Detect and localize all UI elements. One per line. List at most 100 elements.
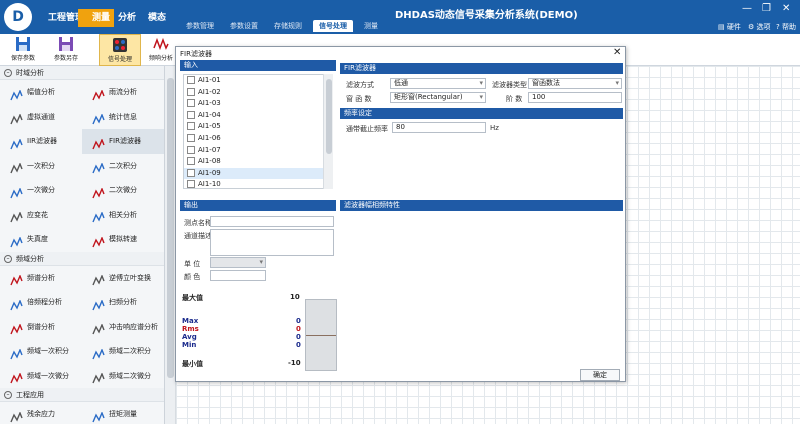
subnav-storage-rules[interactable]: 存储规则: [268, 20, 308, 32]
sidebar-item-double-integral[interactable]: 二次积分: [82, 154, 164, 179]
shock-response-icon: [92, 321, 105, 335]
nav-modal[interactable]: 模态: [134, 9, 170, 27]
close-icon[interactable]: ✕: [782, 3, 790, 14]
sidebar-item-label: IIR滤波器: [27, 137, 57, 145]
channel-checkbox[interactable]: [187, 87, 195, 96]
sidebar-item-double-derivative[interactable]: 二次微分: [82, 178, 164, 203]
unit-select[interactable]: [210, 257, 266, 268]
channel-list-item[interactable]: AI1-05: [184, 121, 332, 133]
sidebar-item-shock-response[interactable]: 冲击响应谱分析: [82, 315, 164, 340]
channel-list-scrollbar[interactable]: [323, 74, 333, 189]
order-input[interactable]: 100: [528, 92, 622, 103]
sidebar-item-strain-rosette[interactable]: 应变花: [0, 203, 82, 228]
sidebar-item-cepstrum[interactable]: 倒谱分析: [0, 315, 82, 340]
channel-checkbox[interactable]: [187, 133, 195, 142]
channel-list-item[interactable]: AI1-08: [184, 156, 332, 168]
channel-checkbox[interactable]: [187, 168, 195, 177]
subnav-param-manage[interactable]: 参数管理: [180, 20, 220, 32]
help-menu[interactable]: ? 帮助: [776, 22, 796, 32]
signal-process-button[interactable]: 信号处理: [99, 34, 141, 66]
filter-mode-select[interactable]: 低通: [390, 78, 486, 89]
sidebar-item-residual-stress[interactable]: 残余应力: [0, 402, 82, 424]
strain-rosette-icon: [10, 209, 23, 223]
sidebar-tool-grid: 频谱分析 逆傅立叶变换 倍频程分析 扫频分析 倒谱分析 冲击响应谱分析 频域一次积分 频域二次…: [0, 266, 164, 389]
sidebar-item-rainflow[interactable]: 雨流分析: [82, 80, 164, 105]
sidebar-item-fir-filter[interactable]: FIR滤波器: [82, 129, 164, 154]
sidebar-item-freq-derivative[interactable]: 频域一次微分: [0, 364, 82, 389]
channel-checkbox[interactable]: [187, 180, 195, 188]
channel-checkbox[interactable]: [187, 145, 195, 154]
sidebar-item-integral[interactable]: 一次积分: [0, 154, 82, 179]
sidebar-item-derivative[interactable]: 一次微分: [0, 178, 82, 203]
color-label: 颜 色: [184, 273, 201, 281]
residual-stress-icon: [10, 409, 23, 422]
channel-list-item[interactable]: AI1-09: [184, 167, 332, 180]
save-params-button[interactable]: 保存参数: [6, 34, 40, 66]
derivative-icon: [10, 185, 23, 198]
channel-list-item[interactable]: AI1-02: [184, 87, 332, 99]
sidebar-item-distortion[interactable]: 失真度: [0, 227, 82, 252]
sidebar-item-correlation[interactable]: 相关分析: [82, 203, 164, 228]
sidebar-scroll-thumb[interactable]: [167, 78, 174, 378]
sidebar-item-tachometer[interactable]: 模拟转速: [82, 227, 164, 252]
cutoff-input[interactable]: 80: [392, 122, 486, 133]
sidebar-item-inverse-fft[interactable]: 逆傅立叶变换: [82, 266, 164, 291]
channel-checkbox[interactable]: [187, 99, 195, 108]
sidebar-item-statistics[interactable]: 统计信息: [82, 105, 164, 130]
sidebar-item-freq-integral[interactable]: 频域一次积分: [0, 339, 82, 364]
channel-list-item[interactable]: AI1-10: [184, 179, 332, 188]
channel-list-item[interactable]: AI1-04: [184, 110, 332, 122]
point-name-input[interactable]: [210, 216, 334, 227]
max-value: 10: [290, 293, 300, 301]
subnav-signal-process[interactable]: 信号处理: [313, 20, 353, 32]
sidebar-section-header[interactable]: – 工程应用: [0, 388, 164, 402]
sidebar-item-amplitude[interactable]: 幅值分析: [0, 80, 82, 105]
sidebar-item-freq-double-derivative[interactable]: 频域二次微分: [82, 364, 164, 389]
collapse-icon[interactable]: –: [4, 391, 12, 399]
stat-label: Min: [182, 341, 197, 349]
restore-icon[interactable]: ❐: [762, 3, 771, 14]
color-picker[interactable]: [210, 270, 266, 281]
frequency-response-button[interactable]: 频响分析: [146, 34, 176, 66]
output-header: 输出: [180, 200, 336, 211]
dialog-close-icon[interactable]: ✕: [613, 47, 621, 58]
collapse-icon[interactable]: –: [4, 69, 12, 77]
channel-list-item[interactable]: AI1-01: [184, 75, 332, 87]
stat-value: 0: [296, 341, 301, 349]
cepstrum-icon: [10, 321, 23, 335]
sidebar-section-header[interactable]: – 时域分析: [0, 66, 164, 80]
channel-desc-input[interactable]: [210, 229, 334, 256]
channel-checkbox[interactable]: [187, 110, 195, 119]
minimize-icon[interactable]: —: [742, 3, 752, 14]
sidebar-item-octave[interactable]: 倍频程分析: [0, 290, 82, 315]
window-label: 窗 函 数: [346, 95, 372, 103]
sidebar-item-spectrum[interactable]: 频谱分析: [0, 266, 82, 291]
sidebar-item-freq-double-integral[interactable]: 频域二次积分: [82, 339, 164, 364]
ok-button[interactable]: 确定: [580, 369, 620, 381]
iir-filter-icon: [10, 136, 23, 149]
channel-checkbox[interactable]: [187, 157, 195, 166]
subnav-param-settings[interactable]: 参数设置: [224, 20, 264, 32]
sidebar-tool-grid: 幅值分析 雨流分析 虚拟通道 统计信息 IIR滤波器 FIR滤波器 一次积分 二次积分一次微分…: [0, 80, 164, 252]
sidebar-item-iir-filter[interactable]: IIR滤波器: [0, 129, 82, 154]
sidebar-item-label: 二次积分: [109, 161, 137, 170]
channel-list-item[interactable]: AI1-03: [184, 98, 332, 110]
subnav-measure[interactable]: 测量: [358, 20, 384, 32]
channel-list-item[interactable]: AI1-07: [184, 145, 332, 157]
collapse-icon[interactable]: –: [4, 254, 12, 263]
sidebar-section-header[interactable]: – 频域分析: [0, 251, 164, 266]
options-menu[interactable]: ⚙ 选项: [748, 22, 771, 32]
window-select[interactable]: 矩形窗(Rectangular): [390, 92, 486, 103]
channel-checkbox[interactable]: [187, 122, 195, 131]
sidebar-item-virtual-channel[interactable]: 虚拟通道: [0, 105, 82, 130]
filter-type-select[interactable]: 窗函数法: [528, 78, 622, 89]
freq-double-integral-icon: [92, 346, 105, 359]
freq-integral-icon: [10, 346, 23, 359]
sidebar-item-torque[interactable]: 扭矩测量: [82, 402, 164, 424]
save-as-button[interactable]: 参数另存: [48, 34, 84, 66]
hardware-menu[interactable]: ▤ 硬件: [718, 22, 741, 32]
channel-list-scroll-thumb[interactable]: [326, 79, 332, 154]
channel-list-item[interactable]: AI1-06: [184, 133, 332, 145]
sidebar-item-sweep[interactable]: 扫频分析: [82, 290, 164, 315]
channel-checkbox[interactable]: [187, 76, 195, 84]
